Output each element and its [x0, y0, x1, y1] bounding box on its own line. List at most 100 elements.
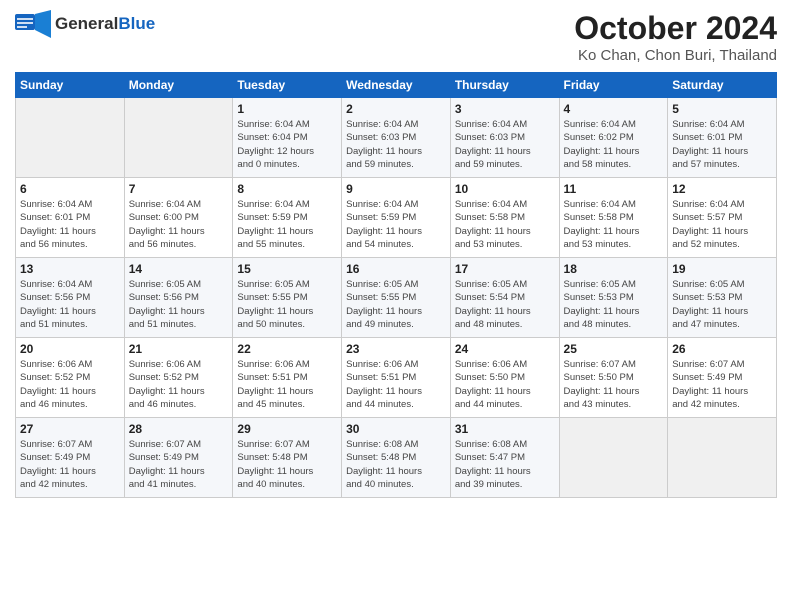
- logo-blue: Blue: [118, 14, 155, 34]
- day-info: Sunrise: 6:04 AM Sunset: 6:01 PM Dayligh…: [672, 118, 772, 171]
- day-number: 8: [237, 182, 337, 196]
- calendar-cell: 30Sunrise: 6:08 AM Sunset: 5:48 PM Dayli…: [342, 418, 451, 498]
- day-info: Sunrise: 6:04 AM Sunset: 6:02 PM Dayligh…: [564, 118, 664, 171]
- calendar-cell: 18Sunrise: 6:05 AM Sunset: 5:53 PM Dayli…: [559, 258, 668, 338]
- day-number: 14: [129, 262, 229, 276]
- day-number: 5: [672, 102, 772, 116]
- calendar-cell: 29Sunrise: 6:07 AM Sunset: 5:48 PM Dayli…: [233, 418, 342, 498]
- calendar-cell: 25 Sunrise: 6:07 AM Sunset: 5:50 PM Dayli…: [559, 338, 668, 418]
- day-number: 20: [20, 342, 120, 356]
- day-number: 25: [564, 342, 664, 356]
- day-number: 18: [564, 262, 664, 276]
- day-number: 11: [564, 182, 664, 196]
- calendar-cell: 14 Sunrise: 6:05 AM Sunset: 5:56 PM Dayli…: [124, 258, 233, 338]
- calendar-cell: 19 Sunrise: 6:05 AM Sunset: 5:53 PM Dayli…: [668, 258, 777, 338]
- day-info: Sunrise: 6:07 AM Sunset: 5:50 PM Dayligh…: [564, 358, 664, 411]
- day-number: 22: [237, 342, 337, 356]
- calendar-cell: 31Sunrise: 6:08 AM Sunset: 5:47 PM Dayli…: [450, 418, 559, 498]
- calendar-cell: 7 Sunrise: 6:04 AM Sunset: 6:00 PM Daylig…: [124, 178, 233, 258]
- day-number: 26: [672, 342, 772, 356]
- day-number: 16: [346, 262, 446, 276]
- day-number: 23: [346, 342, 446, 356]
- day-info: Sunrise: 6:04 AM Sunset: 6:03 PM Dayligh…: [455, 118, 555, 171]
- day-number: 7: [129, 182, 229, 196]
- day-number: 19: [672, 262, 772, 276]
- day-info: Sunrise: 6:07 AM Sunset: 5:49 PM Dayligh…: [672, 358, 772, 411]
- day-info: Sunrise: 6:04 AM Sunset: 5:56 PM Dayligh…: [20, 278, 120, 331]
- day-info: Sunrise: 6:05 AM Sunset: 5:56 PM Dayligh…: [129, 278, 229, 331]
- calendar-week-row: 1 Sunrise: 6:04 AM Sunset: 6:04 PM Daylig…: [16, 98, 777, 178]
- calendar-cell: 1 Sunrise: 6:04 AM Sunset: 6:04 PM Daylig…: [233, 98, 342, 178]
- day-number: 27: [20, 422, 120, 436]
- day-info: Sunrise: 6:05 AM Sunset: 5:55 PM Dayligh…: [346, 278, 446, 331]
- day-info: Sunrise: 6:04 AM Sunset: 5:58 PM Dayligh…: [564, 198, 664, 251]
- day-number: 28: [129, 422, 229, 436]
- calendar-week-row: 13Sunrise: 6:04 AM Sunset: 5:56 PM Dayli…: [16, 258, 777, 338]
- title-block: October 2024 Ko Chan, Chon Buri, Thailan…: [574, 10, 777, 64]
- calendar-cell: 6 Sunrise: 6:04 AM Sunset: 6:01 PM Daylig…: [16, 178, 125, 258]
- day-info: Sunrise: 6:06 AM Sunset: 5:51 PM Dayligh…: [346, 358, 446, 411]
- calendar-cell: 4 Sunrise: 6:04 AM Sunset: 6:02 PM Daylig…: [559, 98, 668, 178]
- weekday-header-row: SundayMondayTuesdayWednesdayThursdayFrid…: [16, 73, 777, 98]
- day-number: 17: [455, 262, 555, 276]
- day-number: 12: [672, 182, 772, 196]
- day-info: Sunrise: 6:06 AM Sunset: 5:52 PM Dayligh…: [129, 358, 229, 411]
- day-info: Sunrise: 6:05 AM Sunset: 5:54 PM Dayligh…: [455, 278, 555, 331]
- calendar-cell: 12 Sunrise: 6:04 AM Sunset: 5:57 PM Dayli…: [668, 178, 777, 258]
- calendar-cell: 13Sunrise: 6:04 AM Sunset: 5:56 PM Dayli…: [16, 258, 125, 338]
- day-info: Sunrise: 6:05 AM Sunset: 5:53 PM Dayligh…: [672, 278, 772, 331]
- calendar-cell: 28Sunrise: 6:07 AM Sunset: 5:49 PM Dayli…: [124, 418, 233, 498]
- day-info: Sunrise: 6:04 AM Sunset: 6:04 PM Dayligh…: [237, 118, 337, 171]
- calendar-cell: [668, 418, 777, 498]
- calendar-cell: 15 Sunrise: 6:05 AM Sunset: 5:55 PM Dayli…: [233, 258, 342, 338]
- day-number: 1: [237, 102, 337, 116]
- calendar-table: SundayMondayTuesdayWednesdayThursdayFrid…: [15, 72, 777, 498]
- calendar-cell: 20Sunrise: 6:06 AM Sunset: 5:52 PM Dayli…: [16, 338, 125, 418]
- calendar-cell: 23 Sunrise: 6:06 AM Sunset: 5:51 PM Dayli…: [342, 338, 451, 418]
- day-number: 15: [237, 262, 337, 276]
- calendar-week-row: 20 Sunrise: 6:06 AM Sunset: 5:52 PM Dayli…: [16, 338, 777, 418]
- weekday-header: Monday: [124, 73, 233, 98]
- weekday-header: Saturday: [668, 73, 777, 98]
- day-info: Sunrise: 6:04 AM Sunset: 5:57 PM Dayligh…: [672, 198, 772, 251]
- calendar-week-row: 6 Sunrise: 6:04 AM Sunset: 6:01 PM Daylig…: [16, 178, 777, 258]
- calendar-cell: 17 Sunrise: 6:05 AM Sunset: 5:54 PM Dayli…: [450, 258, 559, 338]
- day-info: Sunrise: 6:04 AM Sunset: 6:01 PM Dayligh…: [20, 198, 120, 251]
- calendar-cell: 22 Sunrise: 6:06 AM Sunset: 5:51 PM Dayli…: [233, 338, 342, 418]
- day-info: Sunrise: 6:04 AM Sunset: 5:59 PM Dayligh…: [237, 198, 337, 251]
- calendar-cell: 10Sunrise: 6:04 AM Sunset: 5:58 PM Dayli…: [450, 178, 559, 258]
- calendar-cell: 27Sunrise: 6:07 AM Sunset: 5:49 PM Dayli…: [16, 418, 125, 498]
- weekday-header: Wednesday: [342, 73, 451, 98]
- calendar-cell: 8 Sunrise: 6:04 AM Sunset: 5:59 PM Daylig…: [233, 178, 342, 258]
- day-number: 2: [346, 102, 446, 116]
- day-info: Sunrise: 6:08 AM Sunset: 5:47 PM Dayligh…: [455, 438, 555, 491]
- calendar-cell: [124, 98, 233, 178]
- day-number: 21: [129, 342, 229, 356]
- day-info: Sunrise: 6:05 AM Sunset: 5:55 PM Dayligh…: [237, 278, 337, 331]
- day-info: Sunrise: 6:06 AM Sunset: 5:51 PM Dayligh…: [237, 358, 337, 411]
- day-info: Sunrise: 6:04 AM Sunset: 5:59 PM Dayligh…: [346, 198, 446, 251]
- calendar-cell: 11 Sunrise: 6:04 AM Sunset: 5:58 PM Dayli…: [559, 178, 668, 258]
- logo-icon: [15, 10, 51, 38]
- calendar-cell: 5 Sunrise: 6:04 AM Sunset: 6:01 PM Daylig…: [668, 98, 777, 178]
- calendar-cell: 24Sunrise: 6:06 AM Sunset: 5:50 PM Dayli…: [450, 338, 559, 418]
- calendar-cell: [559, 418, 668, 498]
- calendar-cell: 21 Sunrise: 6:06 AM Sunset: 5:52 PM Dayli…: [124, 338, 233, 418]
- day-info: Sunrise: 6:04 AM Sunset: 6:00 PM Dayligh…: [129, 198, 229, 251]
- calendar-subtitle: Ko Chan, Chon Buri, Thailand: [574, 47, 777, 64]
- weekday-header: Tuesday: [233, 73, 342, 98]
- calendar-cell: 9 Sunrise: 6:04 AM Sunset: 5:59 PM Daylig…: [342, 178, 451, 258]
- calendar-cell: 2Sunrise: 6:04 AM Sunset: 6:03 PM Daylig…: [342, 98, 451, 178]
- calendar-week-row: 27Sunrise: 6:07 AM Sunset: 5:49 PM Dayli…: [16, 418, 777, 498]
- calendar-cell: 3Sunrise: 6:04 AM Sunset: 6:03 PM Daylig…: [450, 98, 559, 178]
- day-number: 4: [564, 102, 664, 116]
- day-number: 24: [455, 342, 555, 356]
- weekday-header: Sunday: [16, 73, 125, 98]
- calendar-cell: 26 Sunrise: 6:07 AM Sunset: 5:49 PM Dayli…: [668, 338, 777, 418]
- calendar-title: October 2024: [574, 10, 777, 47]
- day-number: 6: [20, 182, 120, 196]
- day-number: 10: [455, 182, 555, 196]
- weekday-header: Thursday: [450, 73, 559, 98]
- logo-general: General: [55, 14, 118, 34]
- day-number: 9: [346, 182, 446, 196]
